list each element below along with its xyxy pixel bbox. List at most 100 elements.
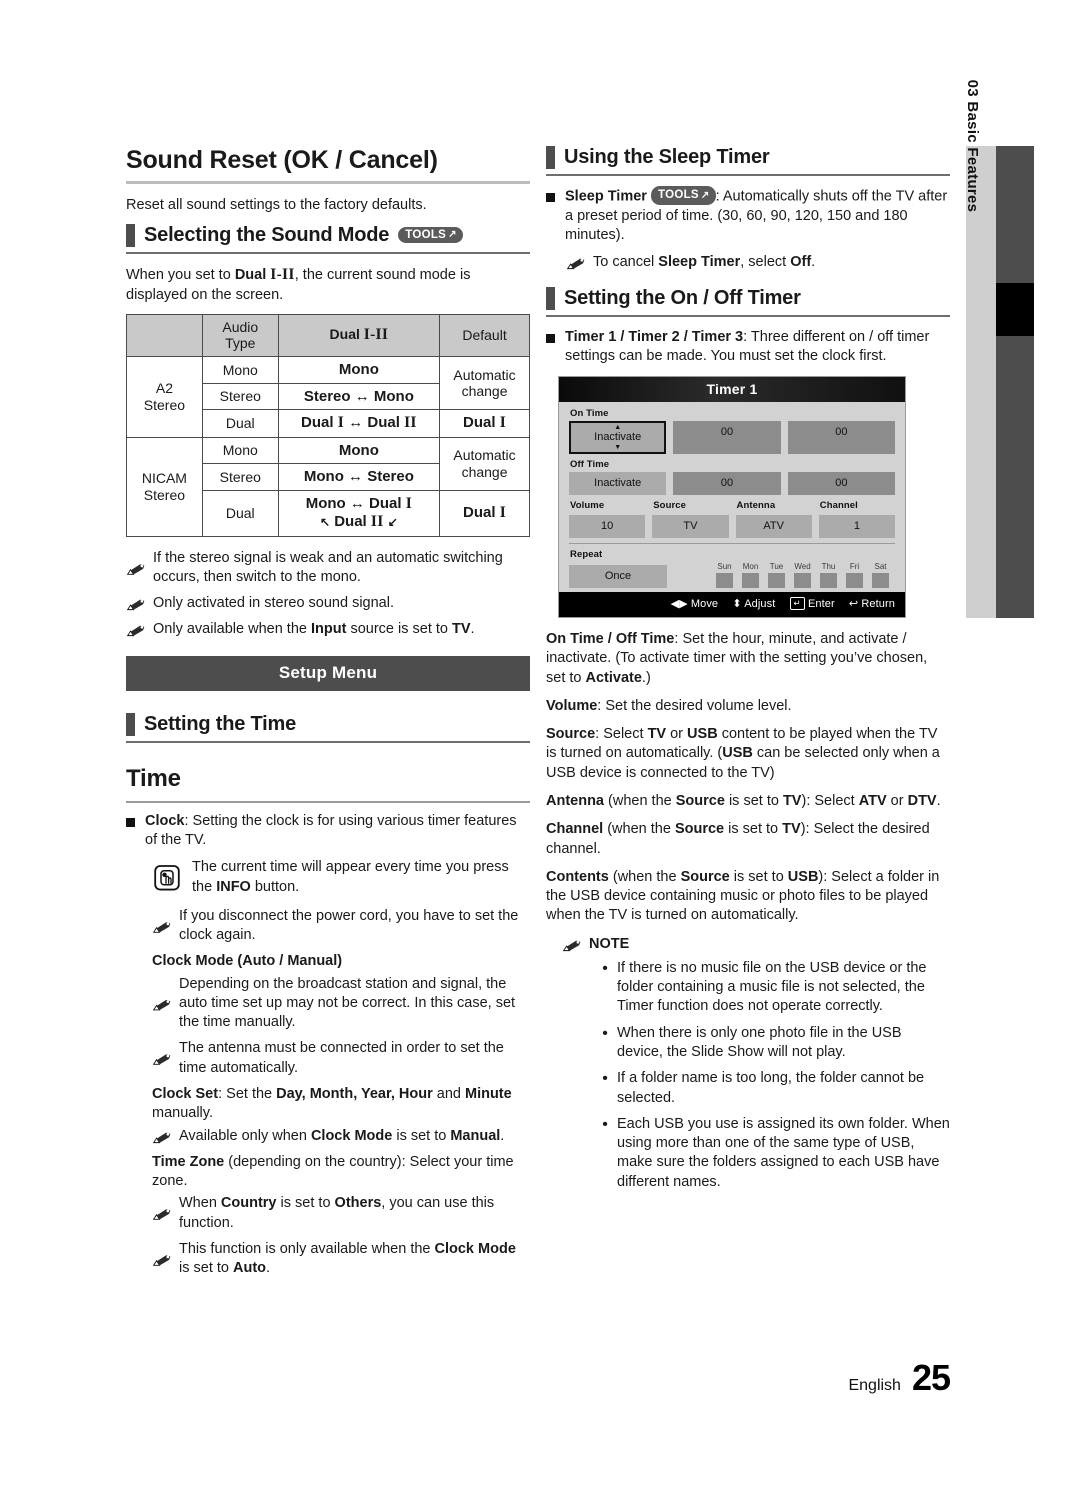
- bullet-dot-icon: •: [602, 959, 608, 977]
- section-underline: [546, 174, 950, 176]
- bullet-dot-icon: •: [602, 1070, 608, 1088]
- day-label: Thu: [821, 561, 836, 571]
- on-time-hour-field[interactable]: 00: [673, 421, 781, 454]
- section-underline: [126, 252, 530, 255]
- day-checkbox[interactable]: [716, 572, 733, 588]
- manual-page: Sound Reset (OK / Cancel) Reset all soun…: [0, 0, 1080, 1494]
- note-text: If the stereo signal is weak and an auto…: [153, 549, 503, 585]
- tools-arrow-icon: ↗: [448, 228, 457, 240]
- pencil-icon: [152, 1132, 171, 1143]
- section-header-sleep-timer: Using the Sleep Timer: [546, 146, 950, 174]
- td-type: Stereo: [201, 382, 279, 411]
- sound-reset-body: Reset all sound settings to the factory …: [126, 196, 427, 213]
- td-type: Dual: [201, 489, 279, 537]
- repeat-field[interactable]: Once: [569, 564, 667, 588]
- off-time-label: Off Time: [570, 458, 610, 470]
- bullet-dot-icon: •: [602, 1024, 608, 1042]
- intro-a: When you set to: [126, 267, 235, 284]
- on-time-row: ▲ Inactivate ▼ 00 00: [569, 421, 895, 454]
- day-tue[interactable]: Tue: [768, 562, 785, 588]
- td-type: Stereo: [201, 463, 279, 491]
- note-item: Only available when the Input source is …: [126, 620, 530, 639]
- day-sun[interactable]: Sun: [716, 562, 733, 588]
- off-time-minute-field[interactable]: 00: [787, 471, 895, 495]
- note-item: The antenna must be connected in order t…: [152, 1039, 530, 1078]
- day-mon[interactable]: Mon: [742, 562, 759, 588]
- table-row: NICAM Stereo Mono Mono Automatic change: [126, 436, 530, 537]
- pencil-icon: [152, 922, 171, 933]
- section-bar-icon: [126, 224, 135, 248]
- note-item: When Country is set to Others, you can u…: [152, 1194, 530, 1233]
- chapter-tab-dark: [996, 146, 1034, 618]
- day-sat[interactable]: Sat: [872, 562, 889, 588]
- note-item: Only activated in stereo sound signal.: [126, 594, 530, 613]
- day-checkbox[interactable]: [872, 572, 889, 588]
- off-time-state-field[interactable]: Inactivate: [569, 471, 667, 495]
- note-label: NOTE: [589, 935, 630, 952]
- day-checkbox[interactable]: [794, 572, 811, 588]
- timer-osd-dialog[interactable]: Timer 1 On Time ▲ Inactivate ▼ 00 00 Off…: [558, 376, 906, 618]
- day-wed[interactable]: Wed: [794, 562, 811, 588]
- channel-field[interactable]: 1: [818, 514, 895, 538]
- volume-field[interactable]: 10: [569, 514, 646, 538]
- osd-body: On Time ▲ Inactivate ▼ 00 00 Off Time In…: [559, 402, 905, 592]
- osd-divider: [569, 542, 895, 544]
- remote-button-icon: [154, 865, 180, 891]
- tools-badge-sound-mode: TOOLS ↗: [398, 226, 463, 243]
- chapter-tab-text: 03 Basic Features: [964, 79, 981, 213]
- note-item: If you disconnect the power cord, you ha…: [152, 907, 530, 946]
- on-time-state-field[interactable]: ▲ Inactivate ▼: [569, 421, 667, 454]
- source-field[interactable]: TV: [652, 514, 729, 538]
- note-text: Available only when Clock Mode is set to…: [179, 1127, 505, 1144]
- channel-para: Channel (when the Source is set to TV): …: [546, 821, 930, 857]
- table-row: A2 Stereo Mono Mono Automatic change: [126, 355, 530, 438]
- clock-bullet: Clock: Setting the clock is for using va…: [126, 812, 530, 851]
- note-item: This function is only available when the…: [152, 1240, 530, 1279]
- day-label: Sat: [874, 561, 887, 571]
- info-key-note: The current time will appear every time …: [154, 858, 530, 897]
- antenna-para: Antenna (when the Source is set to TV): …: [546, 792, 941, 809]
- day-checkbox[interactable]: [742, 572, 759, 588]
- day-fri[interactable]: Fri: [846, 562, 863, 588]
- day-thu[interactable]: Thu: [820, 562, 837, 588]
- note-text: This function is only available when the…: [179, 1241, 516, 1277]
- quad-fields-row: 10 TV ATV 1: [569, 514, 895, 538]
- note-item: Available only when Clock Mode is set to…: [152, 1127, 530, 1146]
- td-default: Automatic change: [439, 355, 530, 411]
- section-bar-icon: [546, 146, 555, 169]
- square-bullet-icon: [546, 193, 555, 202]
- footer-page-number: 25: [911, 1357, 951, 1398]
- note-item: To cancel Sleep Timer, select Off.: [566, 253, 950, 272]
- page-title: Sound Reset (OK / Cancel): [126, 146, 438, 174]
- list-item: • If a folder name is too long, the fold…: [602, 1069, 950, 1108]
- pencil-icon: [152, 1054, 171, 1066]
- th-dual: Dual I-II: [277, 313, 441, 357]
- on-time-minute-field[interactable]: 00: [787, 421, 895, 454]
- repeat-label: Repeat: [570, 548, 603, 560]
- note-bullet-text: Each USB you use is assigned its own fol…: [617, 1115, 950, 1190]
- hint-enter: ↵ Enter: [789, 596, 835, 610]
- day-checkbox[interactable]: [846, 572, 863, 588]
- source-label: Source: [653, 499, 687, 511]
- info-key-note-text: The current time will appear every time …: [192, 859, 509, 895]
- day-checkbox[interactable]: [820, 572, 837, 588]
- note-item: If the stereo signal is weak and an auto…: [126, 549, 530, 588]
- td-dual: Stereo ↔ Mono: [277, 382, 441, 411]
- day-checkbox[interactable]: [768, 572, 785, 588]
- tools-badge-label: TOOLS: [657, 189, 699, 201]
- section-underline: [546, 314, 950, 317]
- day-label: Wed: [794, 561, 811, 571]
- note-item: Depending on the broadcast station and s…: [152, 975, 530, 1033]
- section-title-sound-mode: Selecting the Sound Mode: [144, 224, 390, 247]
- enter-key-icon: ↵: [789, 596, 805, 610]
- sleep-timer-text: Sleep Timer TOOLS ↗: Automatically shuts …: [565, 186, 950, 245]
- section-bar-icon: [546, 286, 555, 310]
- quad-labels-row: Volume Source Antenna Channel: [569, 500, 895, 513]
- hint-move: ◀▶ Move: [670, 597, 719, 610]
- antenna-field[interactable]: ATV: [735, 514, 812, 538]
- off-time-hour-field[interactable]: 00: [673, 471, 781, 495]
- th-audio-type: Audio Type: [201, 313, 279, 357]
- chapter-side-tab: 03 Basic Features: [964, 80, 1034, 618]
- td-dual: Mono ↔ Stereo: [277, 463, 441, 491]
- section-bar-icon: [126, 712, 135, 736]
